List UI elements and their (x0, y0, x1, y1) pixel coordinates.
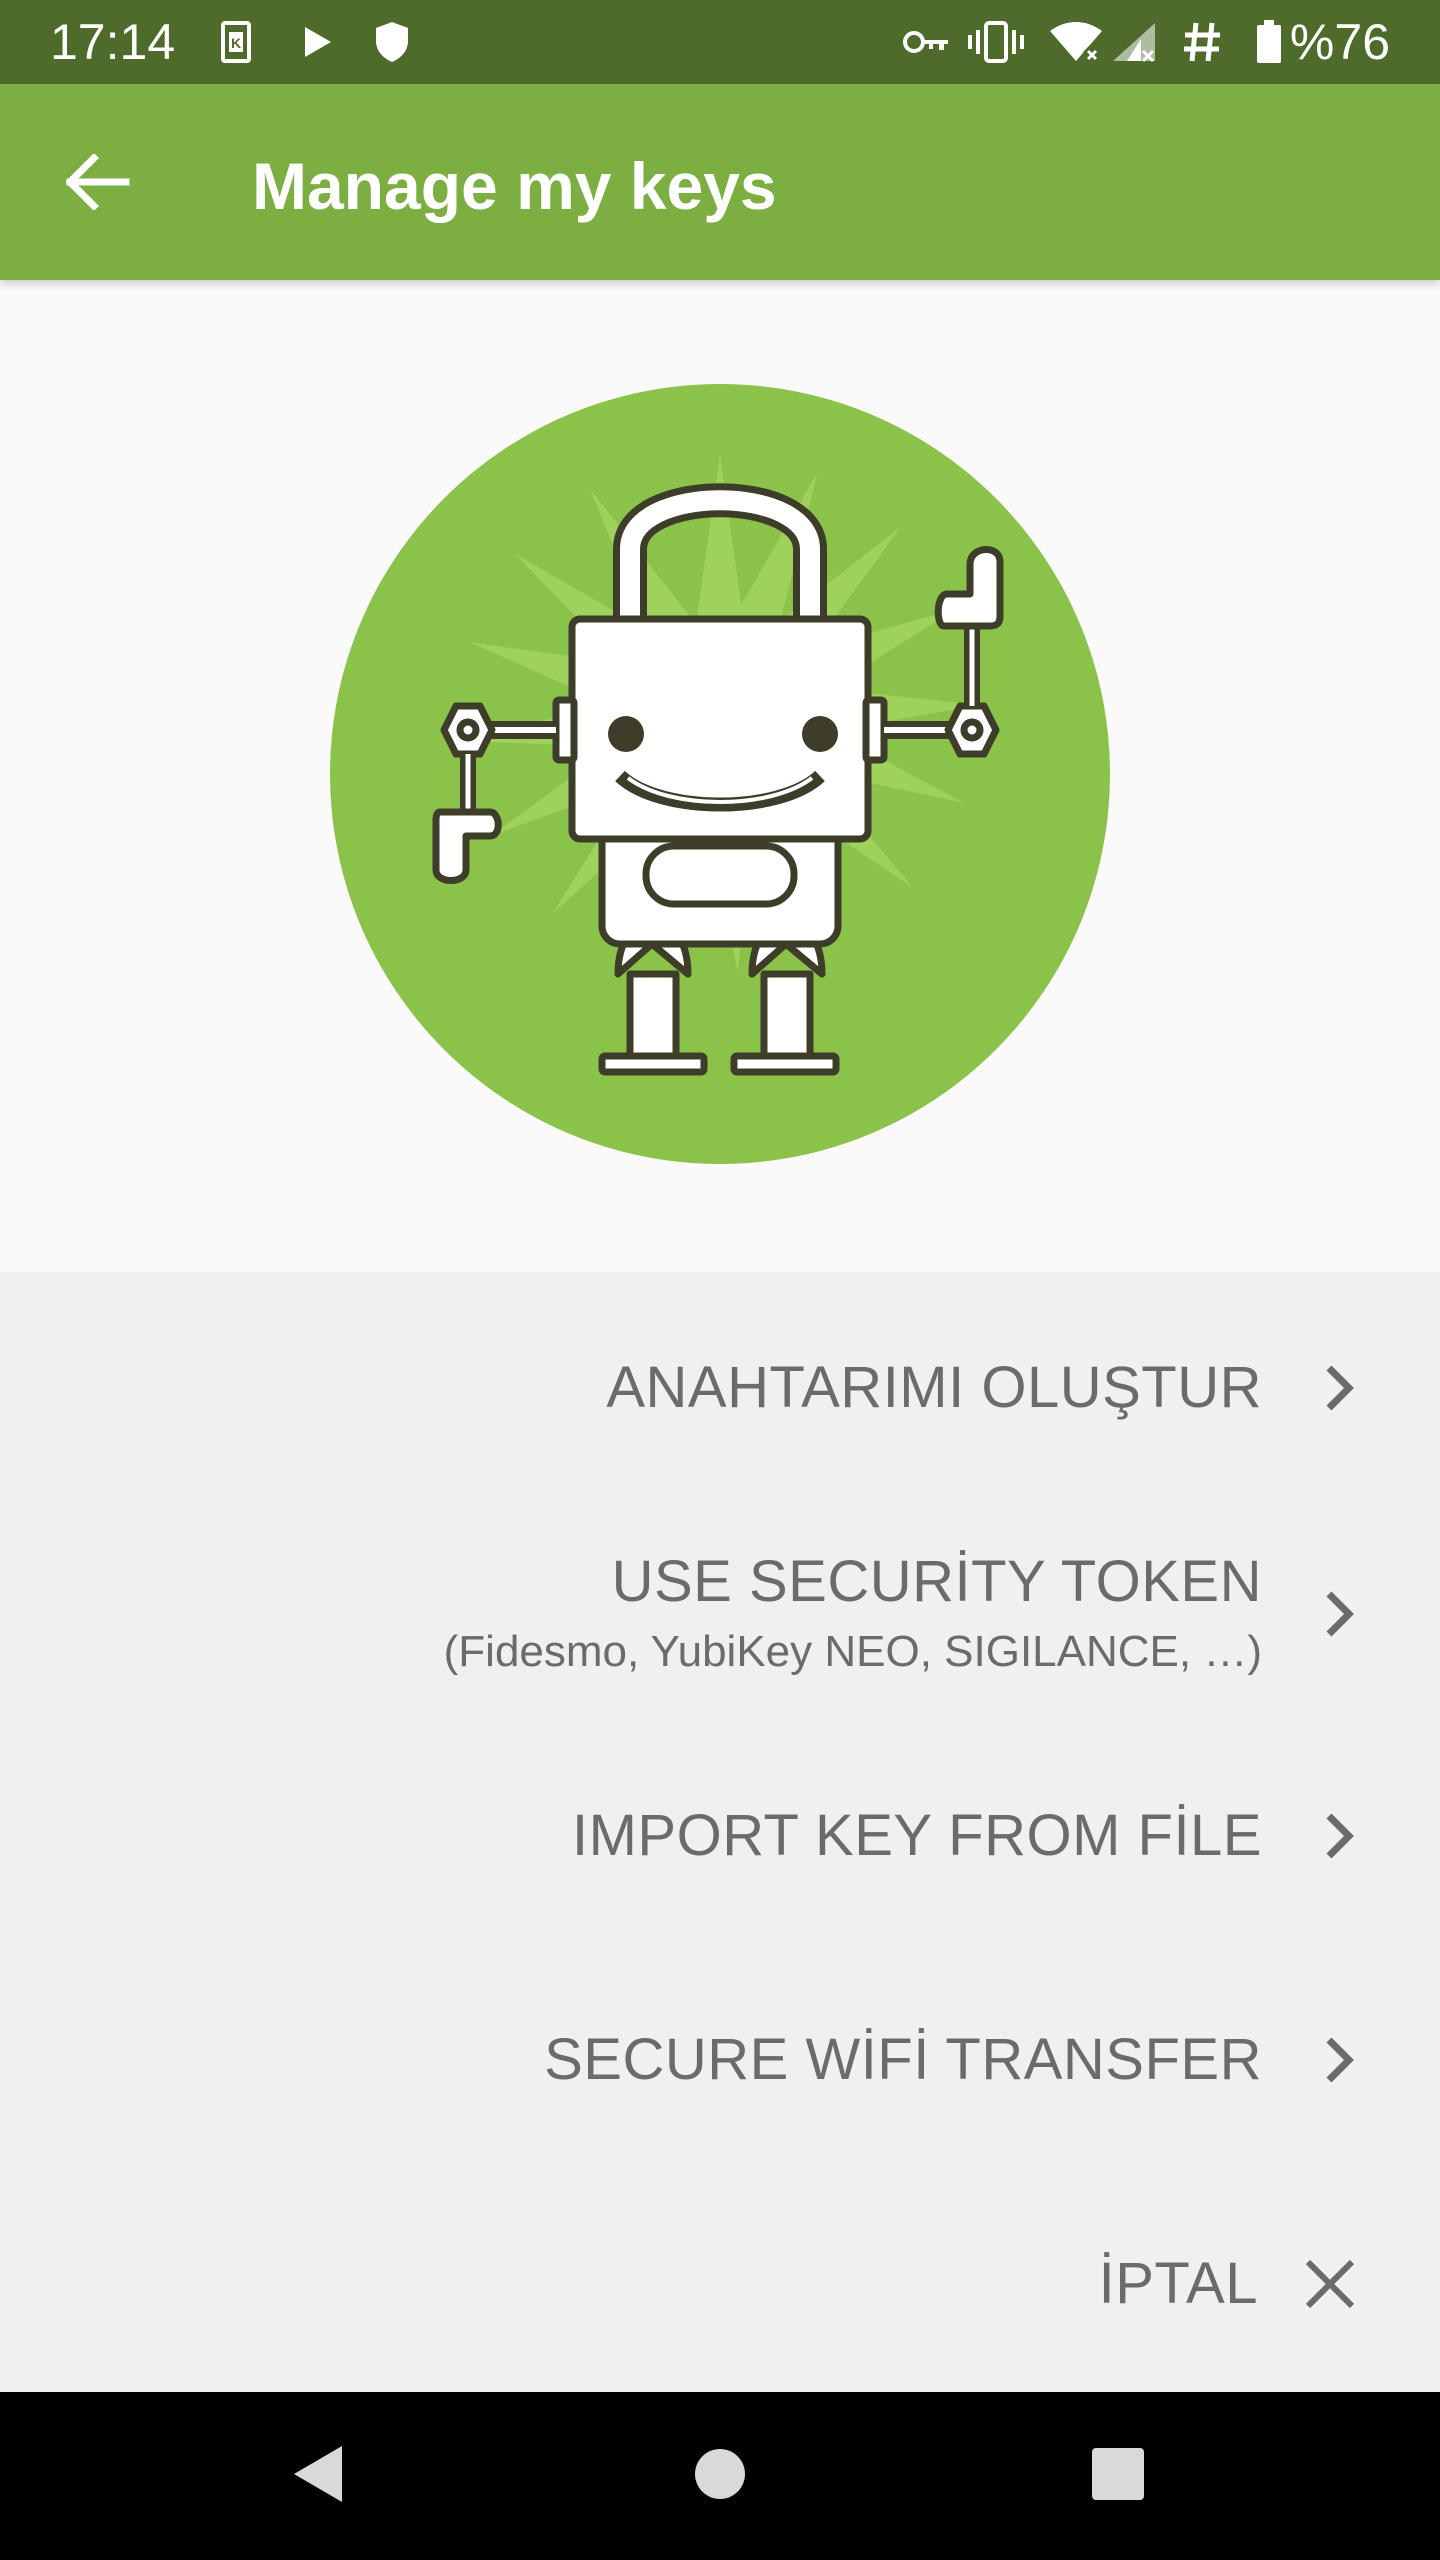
battery-percentage: %76 (1289, 14, 1390, 70)
vpn-key-icon (902, 20, 950, 64)
battery-icon (1254, 20, 1284, 64)
create-key-button[interactable]: ANAHTARIMI OLUŞTUR (606, 1338, 1360, 1438)
security-token-label: USE SECURİTY TOKEN (611, 1549, 1262, 1614)
chevron-right-icon (1320, 2034, 1360, 2086)
use-security-token-button[interactable]: USE SECURİTY TOKEN (Fidesmo, YubiKey NEO… (444, 1534, 1360, 1694)
nav-home-button[interactable] (680, 2436, 760, 2516)
shield-icon (372, 20, 412, 64)
hash-icon (1180, 20, 1224, 64)
arrow-back-icon (65, 152, 130, 215)
k-notification-icon: K (218, 20, 254, 64)
cancel-button[interactable]: İPTAL (1099, 2234, 1360, 2334)
status-bar: 17:14 K %76 (0, 0, 1440, 84)
back-button[interactable] (48, 134, 148, 234)
secure-wifi-transfer-button[interactable]: SECURE WİFİ TRANSFER (544, 2010, 1360, 2110)
chevron-right-icon (1320, 1810, 1360, 1862)
hero-illustration-area (0, 280, 1440, 1272)
play-store-icon (300, 20, 336, 64)
close-icon (1300, 2254, 1360, 2314)
wifi-transfer-label: SECURE WİFİ TRANSFER (544, 2027, 1262, 2092)
security-token-text: USE SECURİTY TOKEN (Fidesmo, YubiKey NEO… (444, 1548, 1262, 1680)
cancel-label: İPTAL (1098, 2251, 1258, 2316)
create-key-label: ANAHTARIMI OLUŞTUR (606, 1355, 1262, 1420)
cell-signal-icon (1110, 20, 1158, 64)
nav-recents-button[interactable] (1078, 2436, 1158, 2516)
nav-home-icon (692, 2446, 748, 2507)
chevron-right-icon (1320, 1362, 1360, 1414)
system-navigation-bar (0, 2392, 1440, 2560)
chevron-right-icon (1320, 1588, 1360, 1640)
app-bar: Manage my keys (0, 84, 1440, 280)
page-title: Manage my keys (252, 149, 777, 223)
security-token-sublabel: (Fidesmo, YubiKey NEO, SIGILANCE, …) (443, 1627, 1262, 1676)
vibrate-icon (968, 20, 1024, 64)
nav-back-icon (290, 2442, 346, 2511)
import-key-from-file-button[interactable]: IMPORT KEY FROM FİLE (572, 1786, 1360, 1886)
wifi-off-icon (1048, 20, 1104, 64)
svg-text:K: K (231, 35, 241, 51)
robot-lock-illustration (330, 384, 1110, 1164)
nav-back-button[interactable] (278, 2436, 358, 2516)
nav-recents-icon (1090, 2446, 1146, 2507)
key-options-menu: ANAHTARIMI OLUŞTUR USE SECURİTY TOKEN (F… (0, 1272, 1440, 2392)
import-file-label: IMPORT KEY FROM FİLE (571, 1803, 1262, 1868)
status-time: 17:14 (50, 14, 176, 70)
